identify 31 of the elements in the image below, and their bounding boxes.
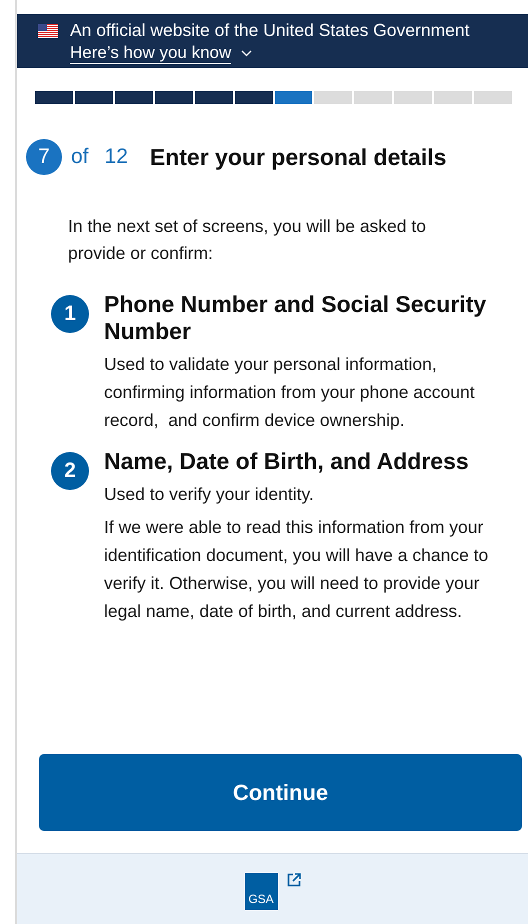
progress-segment xyxy=(154,91,193,104)
progress-segment xyxy=(274,91,312,104)
progress-segment xyxy=(74,91,113,104)
continue-button[interactable]: Continue xyxy=(39,754,522,831)
item-description: Used to validate your personal information, confirming information from your phone account record, and confirm device ownership. xyxy=(104,353,476,432)
how-you-know-link[interactable]: Here’s how you know xyxy=(70,43,252,64)
external-link-icon xyxy=(286,873,300,887)
item-number: 1 xyxy=(51,295,89,333)
progress-segment xyxy=(194,91,233,104)
step-total: 12 xyxy=(104,145,128,169)
progress-segment xyxy=(354,91,392,104)
gsa-logo[interactable]: GSA xyxy=(244,873,278,910)
item-number: 2 xyxy=(51,452,89,490)
progress-segment xyxy=(234,91,273,104)
progress-segment xyxy=(35,91,73,104)
step-number: 7 xyxy=(26,139,62,175)
step-of: of xyxy=(71,145,89,169)
chevron-icon xyxy=(241,50,252,57)
progress-segment xyxy=(434,91,472,104)
progress-segment xyxy=(394,91,432,104)
progress-segment xyxy=(314,91,352,104)
item-title: Name, Date of Birth, and Address xyxy=(104,448,470,475)
flag-icon xyxy=(38,24,58,38)
item-description: If we were able to read this information from your identification document, you will have a chance to verify it. Otherwise, you will need to provide your legal name, date of birth, and current address. xyxy=(104,516,490,623)
step-title: Enter your personal details xyxy=(150,144,446,170)
item-description: Used to verify your identity. xyxy=(104,483,315,506)
intro-text: In the next set of screens, you will be asked to provide or confirm: xyxy=(68,215,427,265)
banner-text: An official website of the United States Government xyxy=(70,20,470,40)
progress-segment xyxy=(114,91,153,104)
progress-segment xyxy=(474,91,512,104)
item-title: Phone Number and Social Security Number xyxy=(104,291,488,345)
